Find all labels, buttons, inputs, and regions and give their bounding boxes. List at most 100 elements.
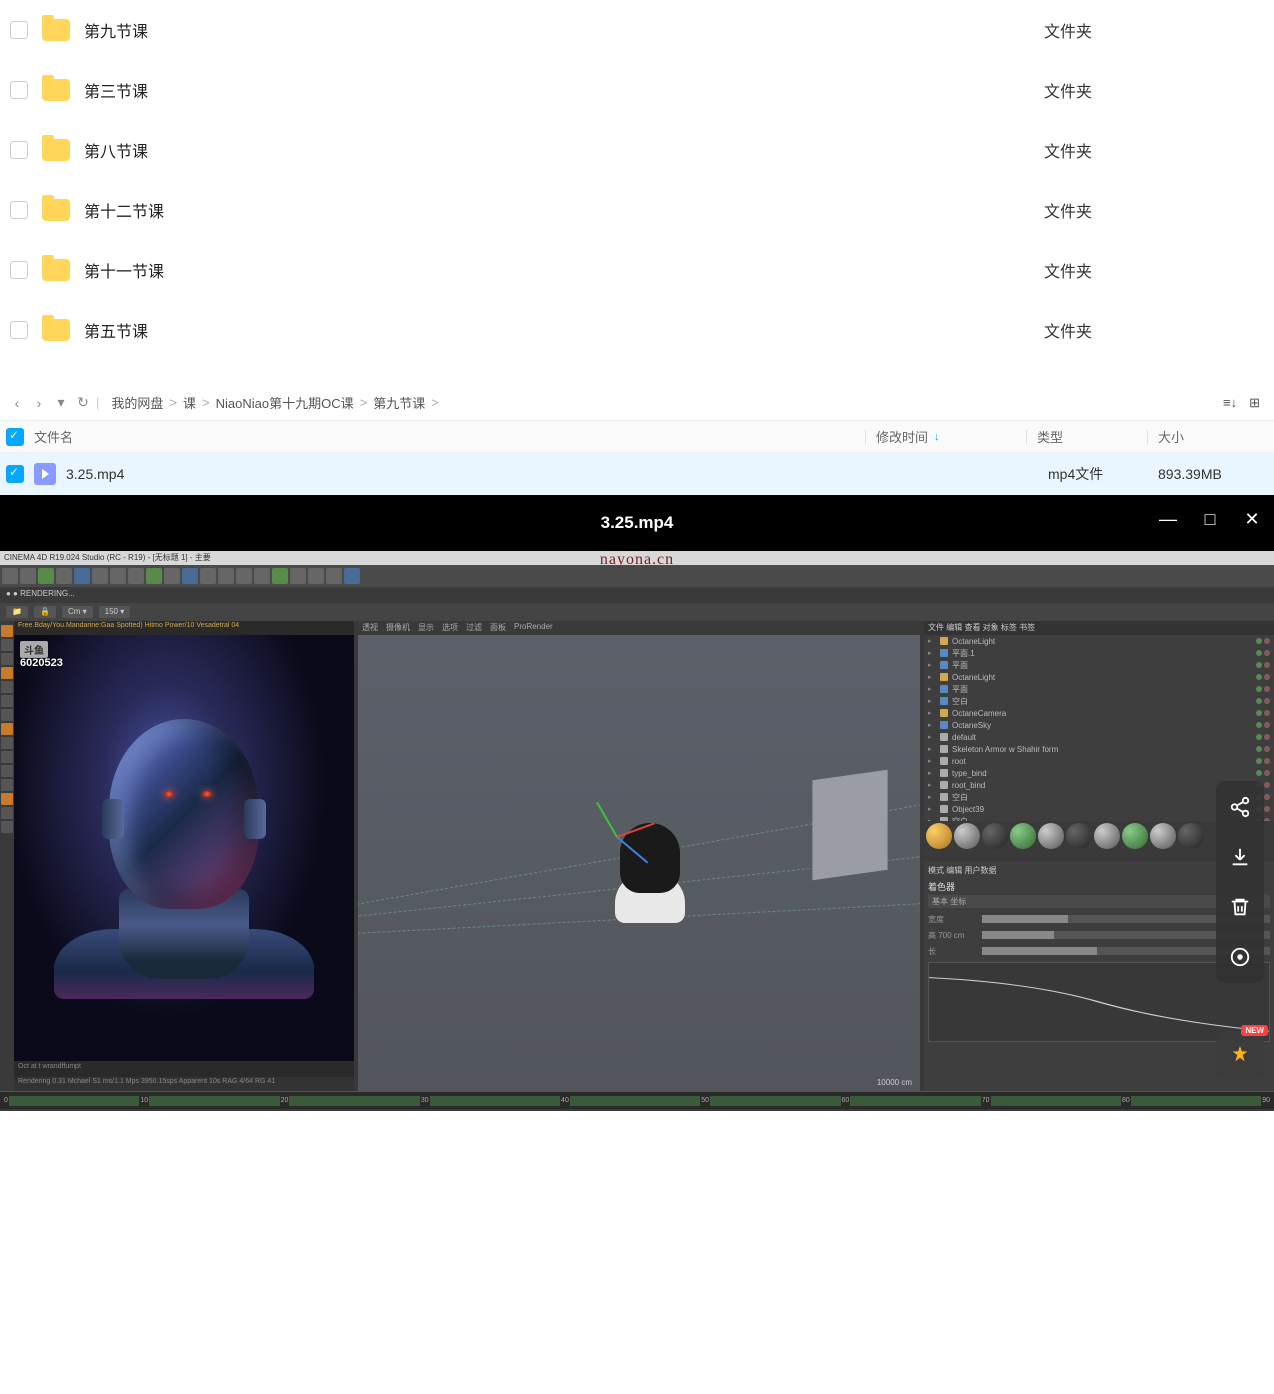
viewport-model [590, 793, 710, 933]
viewport-canvas[interactable]: 10000 cm [358, 635, 920, 1091]
folder-icon [42, 139, 70, 161]
checkbox[interactable] [10, 81, 28, 99]
material-ball[interactable] [982, 823, 1008, 849]
breadcrumb-sep: > [169, 395, 177, 410]
history-dropdown[interactable]: ▾ [50, 394, 72, 411]
folder-name[interactable]: 第五节课 [84, 318, 1044, 342]
folder-type: 文件夹 [1044, 258, 1264, 282]
player-titlebar: 3.25.mp4 — □ ✕ [0, 495, 1274, 551]
download-button[interactable] [1228, 845, 1252, 869]
object-row[interactable]: ▸OctaneCamera [924, 707, 1274, 719]
folder-name[interactable]: 第十一节课 [84, 258, 1044, 282]
breadcrumb-item[interactable]: NiaoNiao第十九期OC课 [216, 393, 354, 412]
folder-type: 文件夹 [1044, 78, 1264, 102]
nav-bar: ‹ › ▾ ↻ | 我的网盘 > 课 > NiaoNiao第十九期OC课 > 第… [0, 385, 1274, 421]
object-row[interactable]: ▸default [924, 731, 1274, 743]
pin-button[interactable]: NEW [1216, 1031, 1264, 1079]
object-row[interactable]: ▸Skeleton Armor w Shahir form [924, 743, 1274, 755]
object-row[interactable]: ▸OctaneSky [924, 719, 1274, 731]
refresh-button[interactable]: ↻ [72, 394, 94, 411]
maximize-button[interactable]: □ [1200, 509, 1220, 530]
material-ball[interactable] [1094, 823, 1120, 849]
material-ball[interactable] [1066, 823, 1092, 849]
column-modified[interactable]: 修改时间 ↓ [876, 427, 1026, 446]
folder-type: 文件夹 [1044, 138, 1264, 162]
breadcrumb-sep: > [360, 395, 368, 410]
breadcrumb-item[interactable]: 我的网盘 [111, 393, 163, 412]
select-all-checkbox[interactable] [6, 428, 24, 446]
object-row[interactable]: ▸平面 [924, 683, 1274, 695]
folder-name[interactable]: 第三节课 [84, 78, 1044, 102]
grid-view-icon[interactable]: ⊞ [1249, 395, 1260, 411]
file-table-header: 文件名 修改时间 ↓ 类型 大小 [0, 421, 1274, 453]
video-content[interactable]: CINEMA 4D R19.024 Studio (RC - R19) - [无… [0, 551, 1274, 1111]
folder-name[interactable]: 第九节课 [84, 18, 1044, 42]
object-row[interactable]: ▸OctaneLight [924, 635, 1274, 647]
breadcrumb-item[interactable]: 第九节课 [373, 393, 425, 412]
material-ball[interactable] [926, 823, 952, 849]
timeline[interactable]: 0 10 20 30 40 50 60 70 80 90 [0, 1091, 1274, 1109]
player-side-toolbar [1216, 781, 1264, 983]
breadcrumb: 我的网盘 > 课 > NiaoNiao第十九期OC课 > 第九节课 > [111, 393, 438, 412]
folder-row[interactable]: 第五节课 文件夹 [10, 300, 1264, 360]
file-name[interactable]: 3.25.mp4 [66, 466, 898, 482]
object-row[interactable]: ▸平面 [924, 659, 1274, 671]
folder-name[interactable]: 第八节课 [84, 138, 1044, 162]
render-header: Free.Bday/You.Mandarine:Gaa Spotted) Hit… [14, 621, 354, 635]
c4d-body: Free.Bday/You.Mandarine:Gaa Spotted) Hit… [0, 621, 1274, 1091]
list-view-icon[interactable]: ≡↓ [1223, 395, 1237, 411]
object-row[interactable]: ▸root [924, 755, 1274, 767]
checkbox[interactable] [10, 261, 28, 279]
share-button[interactable] [1228, 795, 1252, 819]
material-ball[interactable] [1150, 823, 1176, 849]
checkbox[interactable] [10, 321, 28, 339]
folder-row[interactable]: 第九节课 文件夹 [10, 0, 1264, 60]
render-status-2: Rendering 0.31 Mchael S1 ms/1.1 Mps 3950… [14, 1077, 354, 1091]
object-row[interactable]: ▸平面.1 [924, 647, 1274, 659]
column-name[interactable]: 文件名 [34, 427, 865, 446]
render-preview-panel: Free.Bday/You.Mandarine:Gaa Spotted) Hit… [14, 621, 354, 1091]
object-row[interactable]: ▸空白 [924, 695, 1274, 707]
view-toggle: ≡↓ ⊞ [1223, 395, 1268, 411]
video-file-icon [34, 463, 56, 485]
video-player-window: 3.25.mp4 — □ ✕ nayona.cn CINEMA 4D R19.0… [0, 495, 1274, 1111]
new-badge: NEW [1241, 1025, 1268, 1036]
file-checkbox[interactable] [6, 465, 24, 483]
checkbox[interactable] [10, 141, 28, 159]
material-ball[interactable] [954, 823, 980, 849]
rendered-model [64, 679, 304, 999]
record-button[interactable] [1228, 945, 1252, 969]
stream-room-id: 6020523 [20, 657, 63, 669]
forward-button[interactable]: › [28, 395, 50, 411]
object-row[interactable]: ▸OctaneLight [924, 671, 1274, 683]
folder-name[interactable]: 第十二节课 [84, 198, 1044, 222]
folder-icon [42, 199, 70, 221]
column-type[interactable]: 类型 [1037, 427, 1147, 446]
checkbox[interactable] [10, 21, 28, 39]
folder-icon [42, 259, 70, 281]
close-button[interactable]: ✕ [1242, 509, 1262, 530]
column-size[interactable]: 大小 [1158, 427, 1268, 446]
c4d-sub-toolbar: ● ● RENDERING... [0, 587, 1274, 603]
material-ball[interactable] [1010, 823, 1036, 849]
delete-button[interactable] [1228, 895, 1252, 919]
c4d-tool-palette [0, 621, 14, 1091]
material-ball[interactable] [1178, 823, 1204, 849]
breadcrumb-item[interactable]: 课 [183, 393, 196, 412]
viewport-plane-object [812, 770, 887, 881]
material-ball[interactable] [1038, 823, 1064, 849]
file-row[interactable]: 3.25.mp4 mp4文件 893.39MB [0, 453, 1274, 495]
folder-row[interactable]: 第十一节课 文件夹 [10, 240, 1264, 300]
watermark-text: nayona.cn [600, 551, 674, 569]
material-ball[interactable] [1122, 823, 1148, 849]
folder-row[interactable]: 第八节课 文件夹 [10, 120, 1264, 180]
folder-type: 文件夹 [1044, 318, 1264, 342]
folder-row[interactable]: 第三节课 文件夹 [10, 60, 1264, 120]
checkbox[interactable] [10, 201, 28, 219]
file-type: mp4文件 [1048, 464, 1158, 484]
minimize-button[interactable]: — [1158, 509, 1178, 530]
column-modified-label: 修改时间 [876, 427, 928, 446]
object-row[interactable]: ▸type_bind [924, 767, 1274, 779]
back-button[interactable]: ‹ [6, 395, 28, 411]
folder-row[interactable]: 第十二节课 文件夹 [10, 180, 1264, 240]
